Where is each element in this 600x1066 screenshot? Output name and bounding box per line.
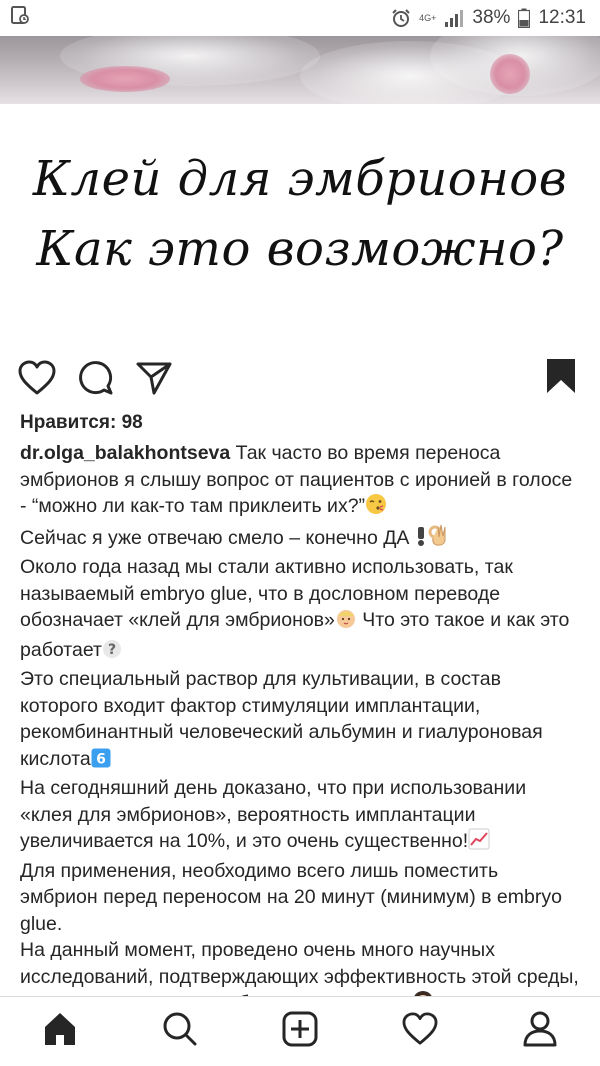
caption-paragraph: Сейчас я уже отвечаю смело – конечно ДА: [20, 526, 415, 549]
screenshot-notification-icon: [10, 5, 30, 31]
post-image-title-line2: Как это возможно?: [36, 221, 564, 277]
baby-emoji-icon: [335, 607, 357, 637]
winking-kiss-emoji-icon: [365, 493, 387, 523]
post-caption: dr.olga_balakhontseva Так часто во время…: [20, 440, 580, 996]
profile-icon: [523, 1011, 557, 1052]
nav-add-post[interactable]: [270, 1002, 330, 1062]
svg-text:6: 6: [96, 751, 106, 767]
post-image-title: Клей для эмбрионов Как это возможно?: [0, 144, 600, 284]
activity-heart-icon: [402, 1012, 438, 1051]
ok-hand-emoji-icon: [427, 523, 449, 555]
chart-increasing-emoji-icon: [468, 828, 490, 858]
home-icon: [42, 1011, 78, 1052]
add-post-icon: [282, 1011, 318, 1052]
bookmark-icon[interactable]: [546, 358, 576, 399]
exclamation-icon: [415, 525, 427, 555]
send-icon[interactable]: [136, 360, 172, 401]
nav-profile[interactable]: [510, 1002, 570, 1062]
post-image-photo-strip: [0, 36, 600, 111]
nav-activity[interactable]: [390, 1002, 450, 1062]
post-image-title-line1: Клей для эмбрионов: [32, 151, 568, 207]
signal-icon: [444, 9, 464, 27]
nav-search[interactable]: [150, 1002, 210, 1062]
status-bar: 4G+ 38% 12:31: [0, 0, 600, 36]
search-icon: [162, 1011, 198, 1052]
likes-count[interactable]: Нравится: 98: [20, 412, 143, 434]
heart-icon[interactable]: [18, 360, 56, 401]
post-actions: [0, 354, 600, 404]
author-username[interactable]: dr.olga_balakhontseva: [20, 442, 230, 464]
comment-icon[interactable]: [78, 360, 114, 401]
battery-percent: 38%: [472, 7, 511, 28]
alarm-icon: [391, 8, 411, 28]
question-mark-icon: ?: [102, 639, 122, 667]
caption-paragraph: На данный момент, проведено очень много …: [20, 939, 579, 996]
nav-home[interactable]: [30, 1002, 90, 1062]
clock-time: 12:31: [538, 7, 586, 28]
caption-paragraph: На сегодняшний день доказано, что при ис…: [20, 777, 527, 852]
keycap-six-emoji-icon: 6: [91, 748, 111, 776]
caption-paragraph: Для применения, необходимо всего лишь по…: [20, 859, 562, 935]
network-indicator: 4G+: [419, 12, 437, 23]
bottom-navigation: [0, 996, 600, 1066]
post-image[interactable]: Клей для эмбрионов Как это возможно?: [0, 36, 600, 354]
svg-text:?: ?: [108, 642, 116, 658]
battery-icon: [518, 8, 531, 28]
